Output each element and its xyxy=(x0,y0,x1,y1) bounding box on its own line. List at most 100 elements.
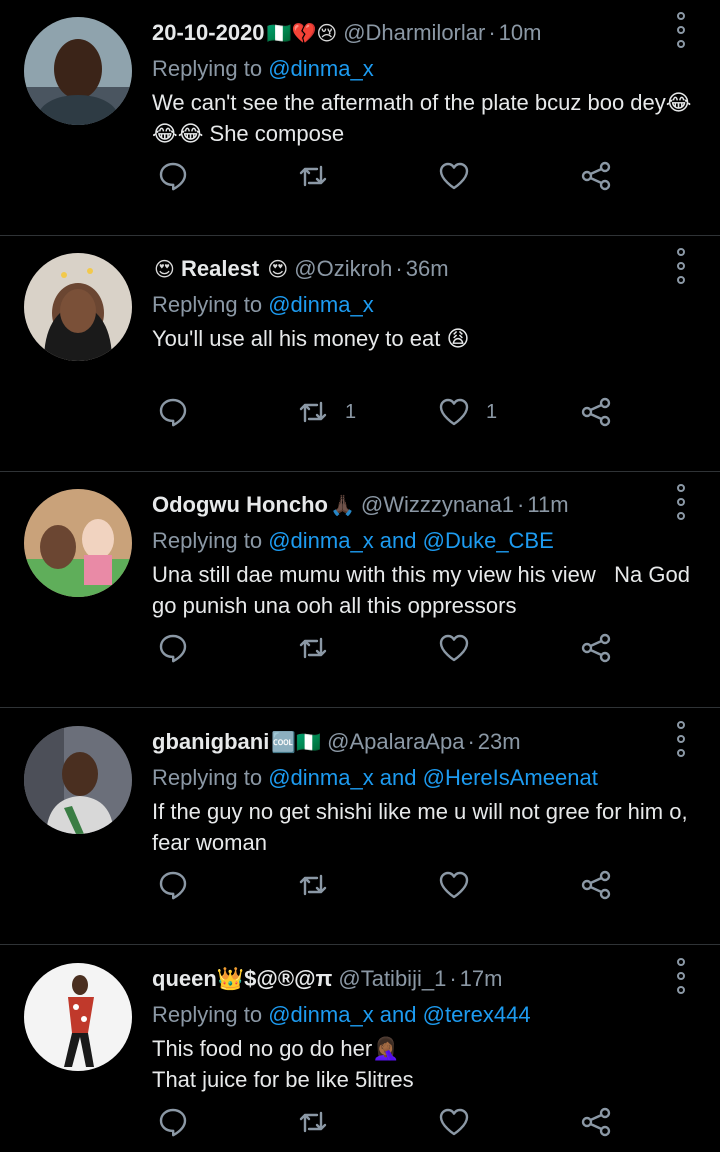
share-icon xyxy=(581,870,611,900)
timestamp[interactable]: 10m xyxy=(499,20,542,45)
share-button[interactable] xyxy=(580,630,612,666)
display-name[interactable]: Realest xyxy=(181,256,259,281)
timestamp[interactable]: 17m xyxy=(460,966,503,991)
retweet-icon xyxy=(299,637,327,659)
replying-to: Replying to @dinma_x and @Duke_CBE xyxy=(152,526,700,556)
reply-button[interactable] xyxy=(157,630,189,666)
avatar[interactable] xyxy=(24,17,132,125)
avatar[interactable] xyxy=(24,253,132,361)
retweet-button[interactable] xyxy=(297,1104,345,1140)
like-button[interactable]: 1 xyxy=(438,394,497,430)
like-button[interactable] xyxy=(438,630,486,666)
separator-dot: · xyxy=(517,492,525,517)
user-handle[interactable]: @ApalaraApa xyxy=(327,729,464,754)
display-name[interactable]: Odogwu Honcho xyxy=(152,492,328,517)
tweet[interactable]: gbanigbani 🆒🇳🇬 @ApalaraApa · 23m Replying to… xyxy=(0,709,720,945)
separator-dot: · xyxy=(467,729,475,754)
reply-icon xyxy=(159,162,187,191)
replying-prefix: Replying to xyxy=(152,1002,263,1027)
mention-link[interactable]: @dinma_x and @terex444 xyxy=(268,1002,530,1027)
reply-icon xyxy=(159,1108,187,1137)
like-count: 1 xyxy=(486,400,498,423)
tweet-text: Una still dae mumu with this my view his… xyxy=(152,562,697,618)
display-name[interactable]: queen👑$@®@π xyxy=(152,966,332,991)
retweet-count: 1 xyxy=(345,400,357,423)
avatar[interactable] xyxy=(24,963,132,1071)
user-handle[interactable]: @Ozikroh xyxy=(294,256,392,281)
retweet-button[interactable] xyxy=(297,158,345,194)
replying-prefix: Replying to xyxy=(152,528,263,553)
tweet[interactable]: 20-10-2020 🇳🇬💔😢 @Dharmilorlar · 10m Replying… xyxy=(0,0,720,236)
share-button[interactable] xyxy=(580,1104,612,1140)
heart-icon xyxy=(439,634,469,662)
user-handle[interactable]: @Dharmilorlar xyxy=(343,20,485,45)
retweet-icon xyxy=(299,874,327,896)
share-button[interactable] xyxy=(580,158,612,194)
retweet-icon xyxy=(299,165,327,187)
mention-link[interactable]: @dinma_x and @Duke_CBE xyxy=(268,528,554,553)
share-icon xyxy=(581,397,611,427)
user-handle[interactable]: @Tatibiji_1 xyxy=(338,966,446,991)
replying-to: Replying to @dinma_x and @terex444 xyxy=(152,1000,700,1030)
reply-button[interactable] xyxy=(157,1104,189,1140)
timestamp[interactable]: 36m xyxy=(406,256,449,281)
reply-button[interactable] xyxy=(157,867,189,903)
avatar[interactable] xyxy=(24,489,132,597)
tweet-text: This food no go do her🤦🏾‍♀️ That juice f… xyxy=(152,1036,414,1092)
share-icon xyxy=(581,633,611,663)
replying-prefix: Replying to xyxy=(152,765,263,790)
reply-icon xyxy=(159,871,187,900)
tweet-text: We can't see the aftermath of the plate … xyxy=(152,90,692,146)
name-emoji: 🇳🇬💔😢 xyxy=(266,21,338,45)
more-options-icon[interactable] xyxy=(674,12,688,48)
action-bar xyxy=(0,1104,720,1140)
retweet-button[interactable] xyxy=(297,630,345,666)
action-bar: 1 1 xyxy=(0,394,720,430)
timestamp[interactable]: 23m xyxy=(478,729,521,754)
share-button[interactable] xyxy=(580,394,612,430)
retweet-icon xyxy=(299,401,327,423)
retweet-icon xyxy=(299,1111,327,1133)
like-button[interactable] xyxy=(438,158,486,194)
retweet-button[interactable]: 1 xyxy=(297,394,356,430)
mention-link[interactable]: @dinma_x and @HereIsAmeenat xyxy=(268,765,598,790)
heart-icon xyxy=(439,162,469,190)
avatar[interactable] xyxy=(24,726,132,834)
more-options-icon[interactable] xyxy=(674,484,688,520)
action-bar xyxy=(0,158,720,194)
reply-feed: 20-10-2020 🇳🇬💔😢 @Dharmilorlar · 10m Replying… xyxy=(0,0,720,1152)
heart-icon xyxy=(439,398,469,426)
mention-link[interactable]: @dinma_x xyxy=(268,292,374,317)
separator-dot: · xyxy=(449,966,457,991)
share-button[interactable] xyxy=(580,867,612,903)
name-emoji: 😍 xyxy=(154,257,175,281)
tweet[interactable]: Odogwu Honcho 🙏🏿 @Wizzzynana1 · 11m Replying… xyxy=(0,472,720,708)
action-bar xyxy=(0,867,720,903)
mention-link[interactable]: @dinma_x xyxy=(268,56,374,81)
reply-button[interactable] xyxy=(157,158,189,194)
user-handle[interactable]: @Wizzzynana1 xyxy=(361,492,514,517)
separator-dot: · xyxy=(488,20,496,45)
retweet-button[interactable] xyxy=(297,867,345,903)
display-name[interactable]: gbanigbani xyxy=(152,729,269,754)
like-button[interactable] xyxy=(438,867,486,903)
more-options-icon[interactable] xyxy=(674,721,688,757)
share-icon xyxy=(581,1107,611,1137)
heart-icon xyxy=(439,1108,469,1136)
replying-prefix: Replying to xyxy=(152,56,263,81)
reply-button[interactable] xyxy=(157,394,189,430)
tweet-text: If the guy no get shishi like me u will … xyxy=(152,799,694,855)
like-button[interactable] xyxy=(438,1104,486,1140)
more-options-icon[interactable] xyxy=(674,958,688,994)
tweet[interactable]: queen👑$@®@π @Tatibiji_1 · 17m Replying to @… xyxy=(0,946,720,1152)
tweet-text: You'll use all his money to eat 😩 xyxy=(152,326,470,351)
tweet-header: queen👑$@®@π @Tatibiji_1 · 17m xyxy=(152,964,660,994)
tweet-header: Odogwu Honcho 🙏🏿 @Wizzzynana1 · 11m xyxy=(152,490,660,520)
tweet[interactable]: 😍 Realest 😍 @Ozikroh · 36m Replying to @din… xyxy=(0,236,720,472)
name-emoji: 🆒🇳🇬 xyxy=(271,730,322,754)
more-options-icon[interactable] xyxy=(674,248,688,284)
timestamp[interactable]: 11m xyxy=(527,492,568,517)
separator-dot: · xyxy=(395,256,403,281)
display-name[interactable]: 20-10-2020 xyxy=(152,20,265,45)
replying-to: Replying to @dinma_x xyxy=(152,290,700,320)
